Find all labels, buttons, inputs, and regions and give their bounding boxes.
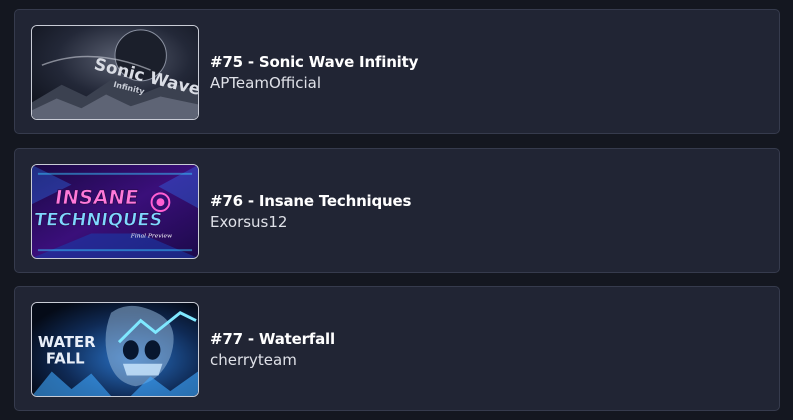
level-card[interactable]: Sonic Wave Infinity #75 - Sonic Wave Inf… (14, 9, 780, 134)
level-title[interactable]: #76 - Insane Techniques (210, 192, 411, 211)
level-card[interactable]: INSANE TECHNIQUES Final Preview #76 - In… (14, 148, 780, 273)
level-creator[interactable]: APTeamOfficial (210, 74, 418, 93)
level-creator[interactable]: Exorsus12 (210, 213, 411, 232)
level-creator[interactable]: cherryteam (210, 351, 335, 370)
thumbnail-art-subtext: Final Preview (130, 233, 172, 239)
thumbnail-art-text-1: INSANE (53, 186, 140, 209)
level-card[interactable]: WATER FALL #77 - Waterfall cherryteam (14, 286, 780, 411)
insane-techniques-thumbnail-art: INSANE TECHNIQUES Final Preview (32, 165, 198, 258)
thumbnail-art-text-2: TECHNIQUES (33, 210, 164, 231)
thumbnail-art-text-2: FALL (46, 351, 85, 368)
level-info: #77 - Waterfall cherryteam (210, 330, 335, 370)
level-info: #76 - Insane Techniques Exorsus12 (210, 192, 411, 232)
level-list: Sonic Wave Infinity #75 - Sonic Wave Inf… (0, 0, 793, 420)
level-thumbnail[interactable]: INSANE TECHNIQUES Final Preview (31, 164, 199, 259)
level-title[interactable]: #75 - Sonic Wave Infinity (210, 53, 418, 72)
thumbnail-art-text-1: WATER (38, 334, 96, 351)
level-thumbnail[interactable]: WATER FALL (31, 302, 199, 397)
level-title[interactable]: #77 - Waterfall (210, 330, 335, 349)
sonic-wave-thumbnail-art: Sonic Wave Infinity (32, 26, 198, 119)
waterfall-thumbnail-art: WATER FALL (32, 303, 198, 396)
level-info: #75 - Sonic Wave Infinity APTeamOfficial (210, 53, 418, 93)
level-thumbnail[interactable]: Sonic Wave Infinity (31, 25, 199, 120)
